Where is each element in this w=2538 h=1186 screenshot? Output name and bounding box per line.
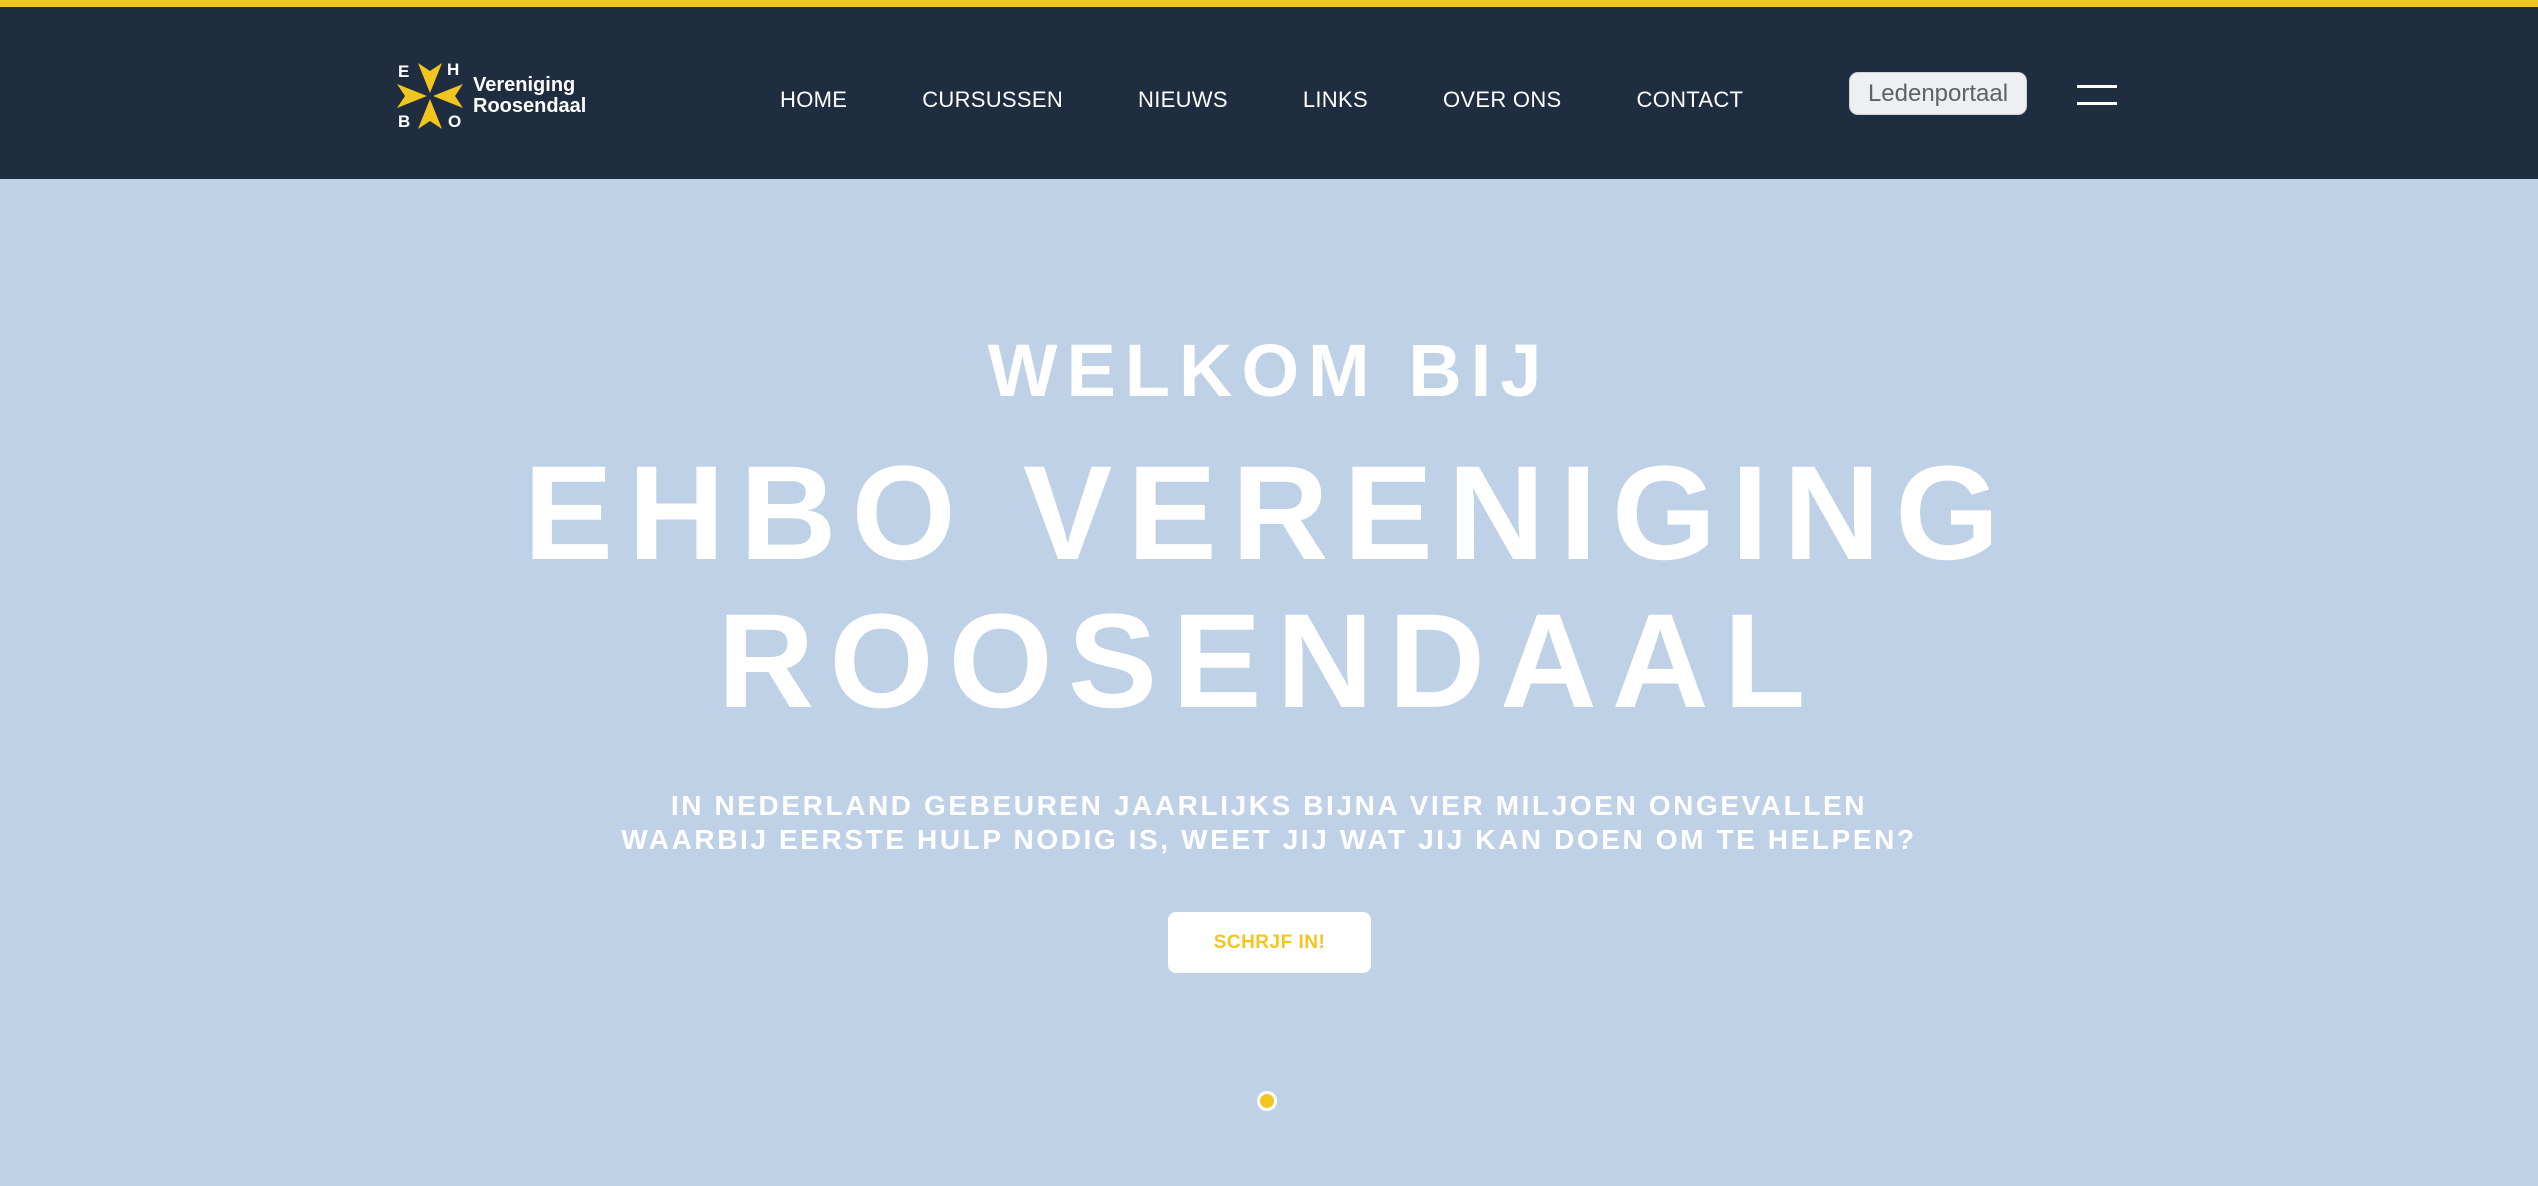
nav-item-nieuws[interactable]: NIEUWS [1138,87,1228,113]
logo-letter-o: O [448,112,462,131]
logo-letter-e: E [398,62,410,81]
site-logo[interactable]: E H B O Vereniging Roosendaal [391,55,591,137]
slider-dot-active[interactable] [1257,1091,1277,1111]
top-accent-bar [0,0,2538,7]
nav-item-over-ons[interactable]: OVER ONS [1443,87,1562,113]
hero-title-line-1: EHBO VERENIGING [523,439,2015,588]
logo-wordmark: Vereniging Roosendaal [473,75,586,117]
nav-item-cursussen[interactable]: CURSUSSEN [922,87,1063,113]
hamburger-menu-icon[interactable] [2077,80,2117,108]
site-header: E H B O Vereniging Roosendaal HOME CURSU… [0,7,2538,179]
hero-description-line-1: IN NEDERLAND GEBEUREN JAARLIJKS BIJNA VI… [670,790,1868,821]
nav-item-contact[interactable]: CONTACT [1637,87,1744,113]
ledenportaal-button[interactable]: Ledenportaal [1849,72,2027,115]
logo-line-1: Vereniging [473,74,576,96]
nav-item-links[interactable]: LINKS [1303,87,1368,113]
signup-button[interactable]: SCHRJF IN! [1168,912,1371,973]
menu-line [2077,102,2117,105]
menu-line [2077,85,2117,88]
hero-description: IN NEDERLAND GEBEUREN JAARLIJKS BIJNA VI… [0,789,2538,857]
hero-title-line-2: ROOSENDAAL [717,587,1821,736]
logo-line-2: Roosendaal [473,95,587,117]
maltese-cross-icon: E H B O [391,57,469,135]
hero-title: EHBO VERENIGING ROOSENDAAL [0,440,2538,736]
hero-subtitle: WELKOM BIJ [987,329,1551,412]
nav-item-home[interactable]: HOME [780,87,847,113]
logo-letter-b: B [398,112,411,131]
main-navigation: HOME CURSUSSEN NIEUWS LINKS OVER ONS CON… [780,80,1743,120]
hero-description-line-2: WAARBIJ EERSTE HULP NODIG IS, WEET JIJ W… [621,824,1917,855]
logo-letter-h: H [447,60,460,79]
